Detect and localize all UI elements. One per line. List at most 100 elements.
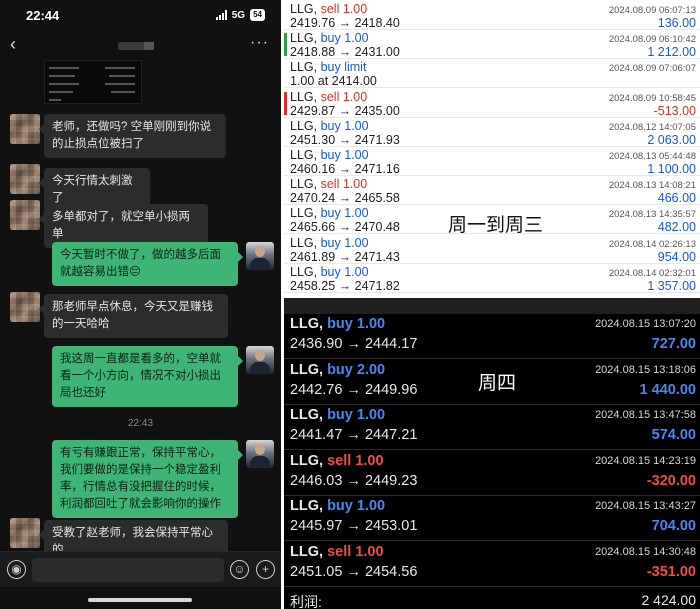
trade-profit: 1 100.00	[647, 162, 696, 176]
self-avatar[interactable]	[246, 242, 274, 270]
trade-volume: 2.00	[356, 361, 386, 378]
message-input-bar: ◉ ☺ +	[0, 551, 281, 587]
contact-avatar[interactable]	[10, 292, 40, 322]
trade-side: buy	[320, 148, 341, 162]
trade-volume: 1.00	[344, 235, 369, 250]
trade-row[interactable]: LLG, buy 1.00 2445.97 → 2453.01 2024.08.15…	[284, 496, 700, 541]
message-incoming: 老师，还做吗? 空单刚刚到你说的止损点位被扫了	[39, 114, 226, 158]
trade-prices: 2419.76 → 2418.40	[290, 16, 400, 30]
self-avatar[interactable]	[246, 440, 274, 468]
profit-row: 利润: 2 424.00	[284, 590, 700, 609]
trade-volume: 1.00	[342, 177, 368, 192]
trade-symbol: LLG,	[290, 316, 324, 332]
plus-icon[interactable]: +	[256, 560, 275, 579]
trade-side: buy	[320, 118, 341, 133]
trade-time: 2024.08.12 14:07:05	[608, 121, 696, 133]
back-button[interactable]: ‹	[10, 34, 16, 55]
trade-side-indicator	[284, 121, 287, 144]
trade-row[interactable]: LLG, buy 1.00 2451.30 → 2471.93 2024.08.12…	[284, 118, 700, 147]
trade-time: 2024.08.14 02:26:13	[608, 238, 696, 250]
message-outgoing: 有亏有赚跟正常，保持平常心，我们要做的是保持一个稳定盈利率，行情总有没把握住的时…	[52, 440, 243, 518]
voice-icon[interactable]: ◉	[7, 560, 26, 579]
trade-side: sell	[320, 89, 340, 104]
trade-header: LLG, sell 1.00	[290, 90, 367, 104]
trade-prices: 2436.90 → 2444.17	[290, 336, 418, 352]
trade-profit: 954.00	[657, 249, 696, 264]
trade-symbol: LLG,	[290, 60, 318, 75]
trade-side-indicator	[284, 179, 287, 202]
trade-symbol: LLG,	[290, 543, 324, 560]
contact-avatar[interactable]	[10, 114, 40, 144]
trade-time: 2024.08.09 06:07:13	[608, 5, 696, 16]
trade-prices: 2465.66 → 2470.48	[290, 220, 400, 235]
trade-profit: -351.00	[646, 563, 696, 580]
trade-time: 2024.08.15 14:23:19	[595, 454, 696, 467]
trade-row[interactable]: LLG, buy 1.00 2458.25 → 2471.82 2024.08.14…	[284, 264, 700, 293]
trade-time: 2024.08.15 13:43:27	[595, 500, 696, 512]
trade-side-indicator	[284, 4, 287, 27]
trade-time: 2024.08.13 14:08:21	[608, 180, 696, 192]
trade-row[interactable]: LLG, buy 1.00 2441.47 → 2447.21 2024.08.15…	[284, 405, 700, 450]
trade-row[interactable]: LLG, buy 1.00 2418.88 → 2431.00 2024.08.09…	[284, 30, 700, 60]
trade-row[interactable]: LLG, sell 1.00 2470.24 → 2465.58 2024.08.1…	[284, 176, 700, 206]
trade-prices: 1.00 at 2414.00	[290, 74, 377, 89]
trade-side: buy	[327, 361, 353, 378]
trade-side: buy	[327, 498, 353, 514]
trade-row[interactable]: LLG, sell 1.00 2419.76 → 2418.40 2024.08.0…	[284, 1, 700, 30]
status-icons: 5G 54	[215, 9, 265, 21]
more-options-button[interactable]: ···	[250, 34, 269, 52]
trade-side-indicator	[284, 33, 287, 57]
trade-row[interactable]: LLG, buy 1.00 2460.16 → 2471.16 2024.08.13…	[284, 147, 700, 176]
trade-side-indicator	[284, 150, 287, 173]
trade-header: LLG, buy 2.00	[290, 362, 385, 378]
trade-side: buy	[320, 31, 341, 46]
message-input[interactable]	[32, 558, 224, 582]
trade-volume: 1.00	[344, 148, 369, 162]
trade-time: 2024.08.13 05:44:48	[608, 151, 696, 162]
trade-side: buy	[327, 407, 353, 423]
trade-row[interactable]: LLG, buy 1.00 2461.89 → 2471.43 2024.08.14…	[284, 235, 700, 264]
contact-avatar[interactable]	[10, 518, 40, 548]
shared-screenshot-thumbnail[interactable]	[44, 60, 142, 104]
trade-header: LLG, sell 1.00	[290, 544, 384, 560]
trade-prices: 2445.97 → 2453.01	[290, 518, 418, 534]
trade-side: buy	[327, 316, 353, 332]
trade-volume: 1.00	[356, 498, 386, 514]
trade-row[interactable]: LLG, buy limit 1.00 at 2414.00 2024.08.09…	[284, 59, 700, 89]
trade-header: LLG, buy limit	[290, 60, 366, 74]
trade-row[interactable]: LLG, sell 1.00 2451.05 → 2454.56 2024.08.1…	[284, 542, 700, 587]
trade-history-dark: LLG, buy 1.00 2436.90 → 2444.17 2024.08.15…	[284, 314, 700, 609]
trade-profit: 2 063.00	[647, 132, 696, 147]
trade-volume: 1.00	[356, 316, 386, 332]
self-avatar[interactable]	[246, 346, 274, 374]
trade-side: buy limit	[320, 60, 367, 75]
contact-avatar[interactable]	[10, 200, 40, 230]
trade-header: LLG, buy 1.00	[290, 236, 369, 250]
trade-prices: 2451.30 → 2471.93	[290, 132, 400, 147]
emoji-icon[interactable]: ☺	[230, 560, 249, 579]
profit-label: 利润:	[290, 594, 322, 609]
chat-screen: 22:44 5G 54 ‹ ··· 老师，还做吗? 空单刚刚到你说的止损点位被扫…	[0, 0, 281, 609]
contact-avatar[interactable]	[10, 164, 40, 194]
contact-name-redacted-part	[144, 42, 154, 50]
trade-symbol: LLG,	[290, 177, 318, 192]
trade-volume: 1.00	[342, 2, 368, 16]
trade-symbol: LLG,	[290, 89, 318, 104]
trade-prices: 2461.89 → 2471.43	[290, 249, 400, 264]
trade-row[interactable]: LLG, sell 1.00 2429.87 → 2435.00 2024.08.0…	[284, 89, 700, 118]
network-label: 5G	[231, 9, 246, 21]
trade-prices: 2429.87 → 2435.00	[290, 103, 400, 118]
trade-row[interactable]: LLG, buy 1.00 2436.90 → 2444.17 2024.08.15…	[284, 314, 700, 359]
trade-profit: -320.00	[646, 472, 696, 489]
trade-side-indicator	[284, 267, 287, 290]
trade-prices: 2470.24 → 2465.58	[290, 191, 400, 206]
trade-header: LLG, buy 1.00	[290, 119, 369, 133]
chat-header: ‹ ···	[0, 32, 281, 60]
trade-header: LLG, sell 1.00	[290, 177, 367, 191]
trade-profit: 1 357.00	[647, 278, 696, 293]
trade-prices: 2446.03 → 2449.23	[290, 472, 418, 489]
trade-time: 2024.08.15 13:18:06	[595, 363, 696, 376]
trade-header: LLG, sell 1.00	[290, 2, 367, 16]
trade-row[interactable]: LLG, sell 1.00 2446.03 → 2449.23 2024.08.1…	[284, 451, 700, 496]
trade-side: sell	[320, 2, 340, 16]
